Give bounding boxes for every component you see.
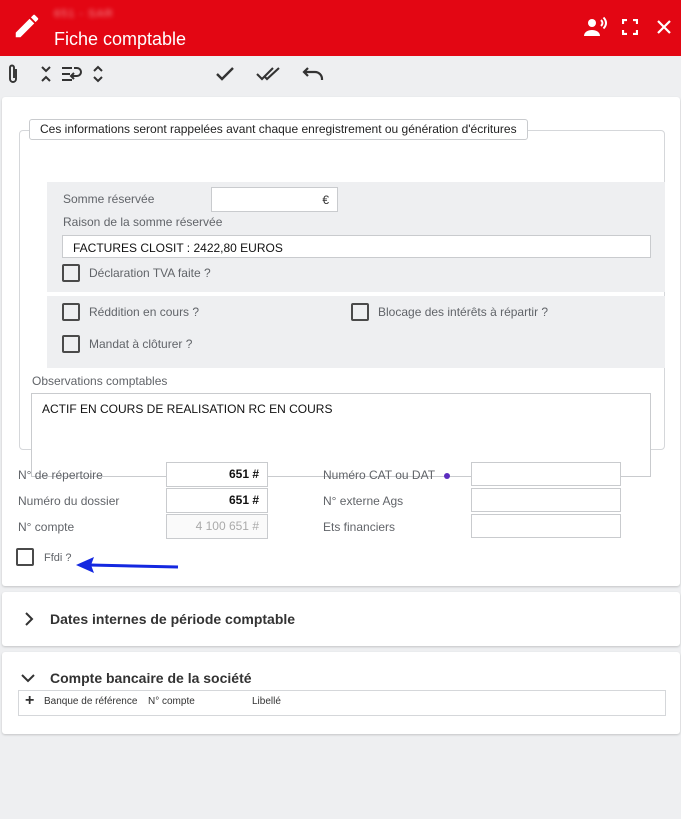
dates-section-title[interactable]: Dates internes de période comptable [50,611,295,627]
check-icon[interactable] [213,62,237,86]
voice-icon[interactable] [583,14,609,40]
paperclip-icon[interactable] [1,62,25,86]
pencil-icon[interactable] [12,11,42,41]
dossier-input[interactable]: 651 # [166,488,268,513]
declaration-tva-label: Déclaration TVA faite ? [89,266,211,280]
ets-financiers-input[interactable] [471,514,621,538]
undo-icon[interactable] [301,62,325,86]
cat-dat-label-text: Numéro CAT ou DAT [323,468,435,482]
bank-table-header: + Banque de référence N° compte Libellé [18,690,666,716]
bank-section-title[interactable]: Compte bancaire de la société [50,670,252,686]
window-subtitle: 651 - SAR [54,8,114,20]
reddition-label: Réddition en cours ? [89,305,200,319]
cat-dat-label: Numéro CAT ou DAT [323,468,451,482]
euro-unit: € [322,193,329,207]
reserved-amount-panel: Somme réservée € Raison de la somme rése… [47,182,665,292]
expand-all-icon[interactable] [86,62,110,86]
toolbar [0,56,681,94]
close-icon[interactable] [651,14,677,40]
double-check-icon[interactable] [256,62,280,86]
reddition-checkbox[interactable] [62,303,80,321]
ffdi-checkbox[interactable] [16,548,34,566]
wrap-text-icon[interactable] [60,62,84,86]
column-numero-compte[interactable]: N° compte [148,696,195,707]
column-banque-reference[interactable]: Banque de référence [44,696,137,707]
mandat-checkbox[interactable] [62,335,80,353]
info-fieldset: Somme réservée € Raison de la somme rése… [19,130,665,477]
observations-label: Observations comptables [32,374,168,388]
bank-section-card: Compte bancaire de la société + Banque d… [2,652,680,734]
compte-input: 4 100 651 # [166,514,268,539]
repertoire-input[interactable]: 651 # [166,462,268,487]
window-titlebar: 651 - SAR Fiche comptable [0,0,681,56]
observations-value: ACTIF EN COURS DE REALISATION RC EN COUR… [42,402,333,416]
blocage-checkbox[interactable] [351,303,369,321]
somme-reservee-label: Somme réservée [63,192,155,206]
window-title: Fiche comptable [54,29,187,49]
accounting-form-card: Somme réservée € Raison de la somme rése… [2,97,680,586]
ets-financiers-label: Ets financiers [323,520,396,534]
raison-input[interactable]: FACTURES CLOSIT : 2422,80 EUROS [62,235,651,258]
fullscreen-icon[interactable] [617,14,643,40]
externe-ags-label: N° externe Ags [323,494,404,508]
info-dot-icon[interactable] [444,472,451,479]
dossier-label: Numéro du dossier [18,494,120,508]
compte-label: N° compte [18,520,75,534]
raison-value: FACTURES CLOSIT : 2422,80 EUROS [73,241,283,255]
add-row-icon[interactable]: + [25,692,34,710]
externe-ags-input[interactable] [471,488,621,512]
annotation-arrow [76,557,179,573]
chevron-down-icon[interactable] [20,670,36,686]
somme-reservee-input[interactable]: € [211,187,338,212]
cat-dat-input[interactable] [471,462,621,486]
dates-section-card[interactable]: Dates internes de période comptable [2,592,680,646]
reddition-panel: Réddition en cours ? Blocage des intérêt… [47,296,665,368]
chevron-right-icon[interactable] [21,611,37,627]
collapse-all-icon[interactable] [34,62,58,86]
column-libelle[interactable]: Libellé [252,696,281,707]
ffdi-label: Ffdi ? [44,552,72,564]
raison-label: Raison de la somme réservée [63,215,223,229]
declaration-tva-checkbox[interactable] [62,264,80,282]
mandat-label: Mandat à clôturer ? [89,337,193,351]
blocage-label: Blocage des intérêts à répartir ? [378,305,549,319]
info-legend: Ces informations seront rappelées avant … [29,119,528,140]
repertoire-label: N° de répertoire [18,468,103,482]
